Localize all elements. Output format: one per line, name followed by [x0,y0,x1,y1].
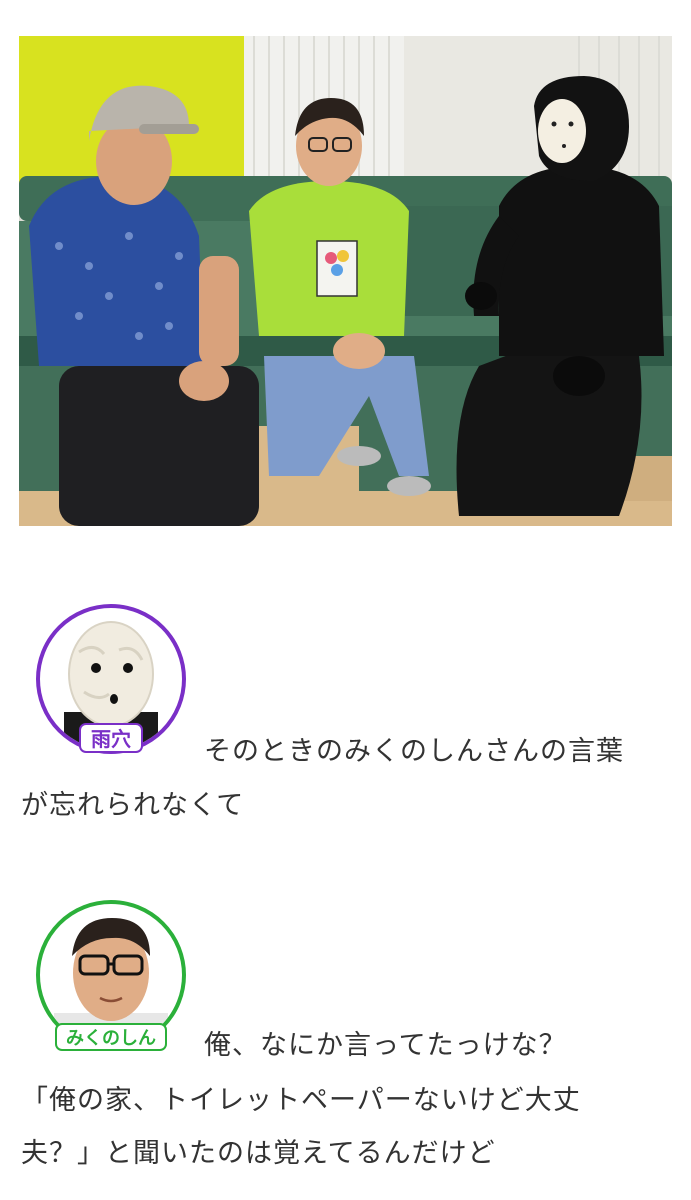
dialogue-mikunoshin: みくのしん 俺、なにか言ってたっけな？ 「俺の家、トイレットペーパーないけど大丈… [19,898,674,1188]
avatar-label-mikunoshin: みくのしん [66,1028,156,1049]
interview-photo [19,36,672,526]
white-mask [538,99,586,163]
interview-photo-illustration [19,36,672,526]
avatar-mikunoshin: みくのしん [34,898,188,1052]
dialogue-line: が忘れられなくて [21,790,245,821]
dialogue-line: 夫？」と聞いたのは覚えてるんだけど [21,1138,496,1169]
avatar-amaana: 雨穴 [34,602,188,756]
dialogue-line: 俺、なにか言ってたっけな？ [204,1030,567,1061]
avatar-label-amaana: 雨穴 [91,727,131,751]
dialogue-amaana: 雨穴 そのときのみくのしんさんの言葉 が忘れられなくて [19,600,674,840]
dialogue-line: そのときのみくのしんさんの言葉 [204,736,624,767]
dialogue-line: 「俺の家、トイレットペーパーないけど大丈 [21,1085,581,1116]
